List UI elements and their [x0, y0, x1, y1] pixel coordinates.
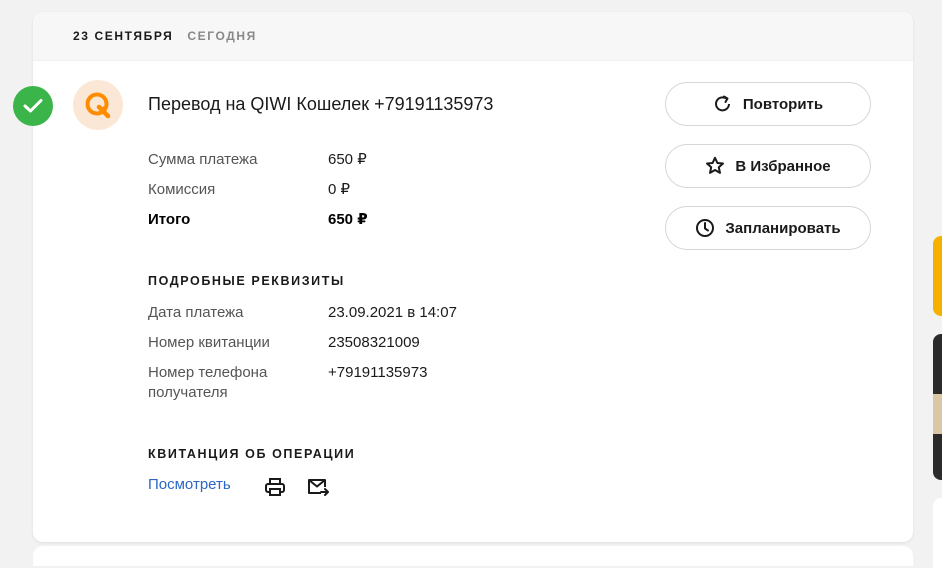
amount-label: Сумма платежа — [148, 151, 258, 168]
clock-icon — [695, 218, 715, 238]
next-card — [33, 546, 913, 566]
total-value: 650 ₽ — [328, 211, 368, 228]
detail-row-date: Дата платежа 23.09.2021 в 14:07 — [148, 303, 568, 323]
side-banner-yellow[interactable] — [933, 236, 942, 316]
payment-title: Перевод на QIWI Кошелек +79191135973 — [148, 94, 494, 114]
print-icon[interactable] — [264, 476, 286, 498]
details-title: ПОДРОБНЫЕ РЕКВИЗИТЫ — [148, 274, 345, 288]
today-label: СЕГОДНЯ — [187, 29, 257, 43]
detail-label: Номер квитанции — [148, 334, 270, 351]
total-row: Итого 650 ₽ — [148, 210, 568, 230]
detail-row-phone: Номер телефона получателя +79191135973 — [148, 363, 568, 403]
receipt-title: КВИТАНЦИЯ ОБ ОПЕРАЦИИ — [148, 447, 356, 461]
add-to-favorites-button[interactable]: В Избранное — [665, 144, 871, 188]
star-icon — [705, 156, 725, 176]
repeat-icon — [713, 95, 733, 113]
repeat-label: Повторить — [742, 95, 824, 113]
date-label: 23 СЕНТЯБРЯ — [73, 29, 174, 43]
amount-row: Сумма платежа 650 ₽ — [148, 150, 568, 170]
schedule-label: Запланировать — [725, 219, 841, 237]
details-list: Дата платежа 23.09.2021 в 14:07 Номер кв… — [148, 303, 568, 413]
detail-value: 23.09.2021 в 14:07 — [328, 304, 457, 321]
amount-value: 650 ₽ — [328, 151, 367, 168]
detail-row-receipt-number: Номер квитанции 23508321009 — [148, 333, 568, 353]
email-icon[interactable] — [307, 476, 329, 498]
side-banner-dark[interactable] — [933, 334, 942, 480]
favorite-label: В Избранное — [735, 157, 831, 175]
detail-value: +79191135973 — [328, 364, 428, 381]
detail-label: Дата платежа — [148, 304, 244, 321]
fee-label: Комиссия — [148, 181, 216, 198]
fee-row: Комиссия 0 ₽ — [148, 180, 568, 200]
check-icon — [13, 86, 53, 126]
repeat-button[interactable]: Повторить — [665, 82, 871, 126]
amounts-list: Сумма платежа 650 ₽ Комиссия 0 ₽ Итого 6… — [148, 150, 568, 240]
detail-value: 23508321009 — [328, 334, 420, 351]
detail-label: Номер телефона получателя — [148, 364, 268, 401]
fee-value: 0 ₽ — [328, 181, 351, 198]
schedule-button[interactable]: Запланировать — [665, 206, 871, 250]
view-receipt-link[interactable]: Посмотреть — [148, 476, 231, 493]
qiwi-logo-icon — [73, 80, 123, 130]
date-header: 23 СЕНТЯБРЯ СЕГОДНЯ — [33, 12, 913, 61]
total-label: Итого — [148, 211, 191, 228]
